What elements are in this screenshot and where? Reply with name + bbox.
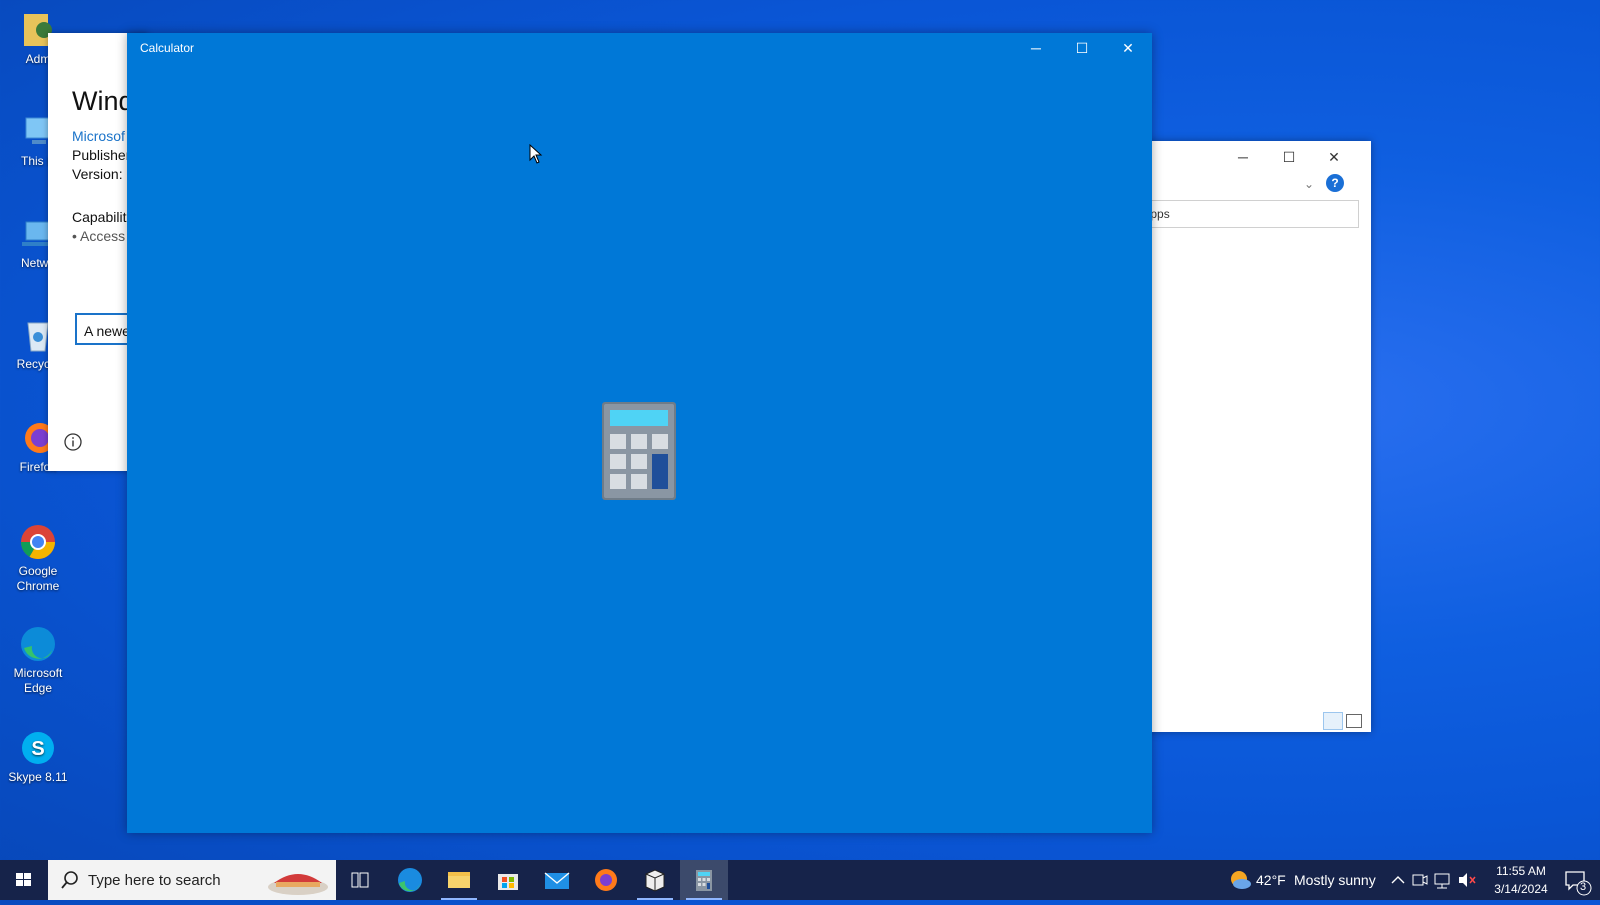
close-button[interactable]: ✕ bbox=[1319, 149, 1349, 169]
file-explorer-taskbar-icon[interactable] bbox=[435, 860, 483, 900]
search-highlight-pie-icon bbox=[264, 863, 330, 902]
capability-item: • Access bbox=[72, 228, 126, 244]
edge-icon bbox=[18, 624, 58, 664]
edge-taskbar-icon[interactable] bbox=[386, 860, 434, 900]
explorer-window: ─ ☐ ✕ ⌄ ? 0 Apps bbox=[1128, 141, 1371, 732]
clock[interactable]: 11:55 AM 3/14/2024 bbox=[1485, 860, 1557, 900]
notice-text: A newe bbox=[84, 323, 130, 339]
installer-title: Wind bbox=[72, 86, 134, 116]
search-placeholder: Type here to search bbox=[88, 872, 221, 889]
desktop-icon-label: Microsoft Edge bbox=[13, 666, 63, 695]
skype-icon: S bbox=[18, 728, 58, 768]
desktop-icon-label: Google Chrome bbox=[16, 564, 60, 593]
firefox-taskbar-icon[interactable] bbox=[582, 860, 630, 900]
chevron-down-icon[interactable]: ⌄ bbox=[1304, 177, 1314, 191]
chrome-icon bbox=[18, 522, 58, 562]
desktop-icon-google-chrome[interactable]: Google Chrome bbox=[4, 522, 72, 594]
mouse-cursor-icon bbox=[529, 143, 543, 169]
store-taskbar-icon[interactable] bbox=[484, 860, 532, 900]
publisher-label: Publisher bbox=[72, 147, 131, 163]
taskbar: Type here to search 42°F Mostly sunny 11… bbox=[0, 860, 1600, 900]
search-box[interactable]: Type here to search bbox=[48, 860, 336, 900]
calculator-taskbar-icon[interactable] bbox=[680, 860, 728, 900]
svg-text:S: S bbox=[31, 738, 44, 760]
clock-date: 3/14/2024 bbox=[1494, 882, 1548, 896]
search-icon bbox=[60, 870, 80, 895]
calculator-app-icon bbox=[602, 402, 676, 505]
help-icon[interactable]: ? bbox=[1326, 174, 1344, 192]
clock-time: 11:55 AM bbox=[1496, 864, 1546, 878]
meet-now-icon[interactable] bbox=[1410, 860, 1430, 900]
desktop-icon-microsoft-edge[interactable]: Microsoft Edge bbox=[4, 624, 72, 696]
notification-badge: 3 bbox=[1580, 881, 1587, 893]
details-view-icon[interactable] bbox=[1323, 712, 1343, 730]
minimize-button[interactable]: ─ bbox=[1013, 33, 1059, 64]
network-tray-icon[interactable] bbox=[1432, 860, 1454, 900]
calculator-window: Calculator ─ ☐ ✕ bbox=[127, 33, 1152, 833]
weather-desc: Mostly sunny bbox=[1294, 872, 1376, 888]
weather-sun-cloud-icon bbox=[1228, 869, 1252, 894]
volume-muted-icon[interactable] bbox=[1456, 860, 1478, 900]
capabilities-label: Capabilit bbox=[72, 209, 127, 225]
mail-taskbar-icon[interactable] bbox=[533, 860, 581, 900]
desktop-icon-label: Skype 8.11 bbox=[8, 770, 68, 784]
maximize-button[interactable]: ☐ bbox=[1059, 33, 1105, 64]
address-bar[interactable]: 0 Apps bbox=[1128, 200, 1359, 228]
minimize-button[interactable]: ─ bbox=[1228, 149, 1258, 169]
weather-widget[interactable]: 42°F Mostly sunny bbox=[1226, 860, 1386, 900]
desktop-icon-skype[interactable]: S Skype 8.11 bbox=[4, 728, 72, 785]
maximize-button[interactable]: ☐ bbox=[1274, 149, 1304, 169]
show-hidden-icons-chevron-icon[interactable] bbox=[1388, 860, 1408, 900]
task-view-icon[interactable] bbox=[336, 860, 384, 900]
package-taskbar-icon[interactable] bbox=[631, 860, 679, 900]
publisher-link[interactable]: Microsof bbox=[72, 128, 125, 144]
calculator-title: Calculator bbox=[140, 41, 195, 55]
info-icon[interactable] bbox=[63, 432, 83, 457]
weather-temp: 42°F bbox=[1256, 872, 1286, 888]
action-center-icon[interactable]: 3 bbox=[1558, 860, 1594, 900]
calculator-titlebar[interactable]: Calculator ─ ☐ ✕ bbox=[127, 33, 1152, 64]
close-button[interactable]: ✕ bbox=[1105, 33, 1151, 64]
large-icons-view-icon[interactable] bbox=[1346, 714, 1362, 728]
start-button[interactable] bbox=[0, 860, 48, 900]
version-label: Version: bbox=[72, 166, 123, 182]
